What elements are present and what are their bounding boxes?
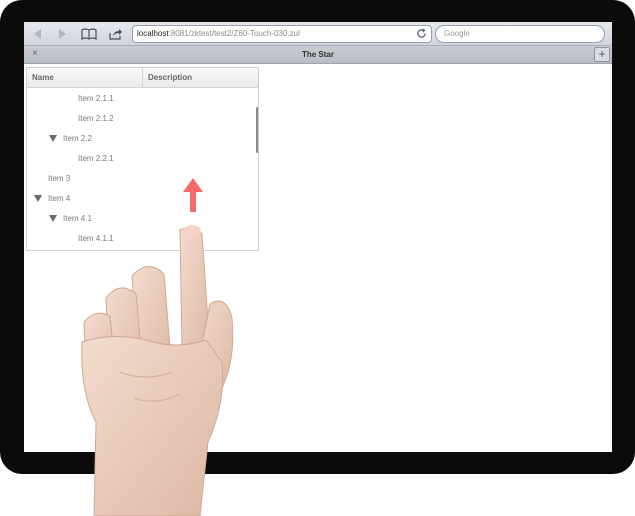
tree-row[interactable]: Item 2.2 <box>49 128 92 148</box>
tree-row[interactable]: Item 4 <box>34 188 70 208</box>
tree-row-label: Item 2.2 <box>63 133 92 143</box>
swipe-arrow-icon <box>183 178 203 212</box>
tree-row[interactable]: Item 2.1.1 <box>78 88 114 108</box>
reload-icon[interactable] <box>416 28 427 42</box>
tab-bar: × The Star + <box>24 46 612 64</box>
column-divider[interactable] <box>142 68 143 88</box>
new-tab-button[interactable]: + <box>594 47 610 62</box>
tree-row-label: Item 2.1.2 <box>78 113 114 123</box>
bookmarks-icon[interactable] <box>80 26 98 42</box>
tab-title[interactable]: The Star <box>24 50 612 59</box>
column-header-name[interactable]: Name <box>32 73 54 82</box>
hand-icon <box>81 225 234 516</box>
back-icon[interactable] <box>30 26 46 42</box>
search-placeholder: Google <box>444 29 470 38</box>
share-icon[interactable] <box>108 26 124 42</box>
expand-triangle-icon[interactable] <box>49 134 57 142</box>
forward-icon[interactable] <box>54 26 70 42</box>
tree-row[interactable]: Item 2.1.2 <box>78 108 114 128</box>
vertical-scrollbar[interactable] <box>256 107 258 153</box>
url-path: :8081/zktest/test2/Z60-Touch-030.zul <box>168 29 300 38</box>
column-header-description[interactable]: Description <box>148 73 192 82</box>
tree-row-label: Item 2.2.1 <box>78 153 114 163</box>
browser-toolbar: localhost:8081/zktest/test2/Z60-Touch-03… <box>24 22 612 46</box>
tree-row-label: Item 4 <box>48 193 71 203</box>
tree-row[interactable]: Item 2.2.1 <box>78 148 114 168</box>
url-host: localhost <box>137 29 169 38</box>
url-field[interactable]: localhost:8081/zktest/test2/Z60-Touch-03… <box>132 25 432 43</box>
expand-triangle-icon[interactable] <box>34 194 42 202</box>
search-field[interactable]: Google <box>435 25 605 43</box>
tree-row[interactable]: Item 3 <box>48 168 70 188</box>
tree-row-label: Item 2.1.1 <box>78 93 114 103</box>
expand-triangle-icon[interactable] <box>49 214 57 222</box>
tree-header: Name Description <box>27 68 258 88</box>
tree-row-label: Item 3 <box>48 173 71 183</box>
